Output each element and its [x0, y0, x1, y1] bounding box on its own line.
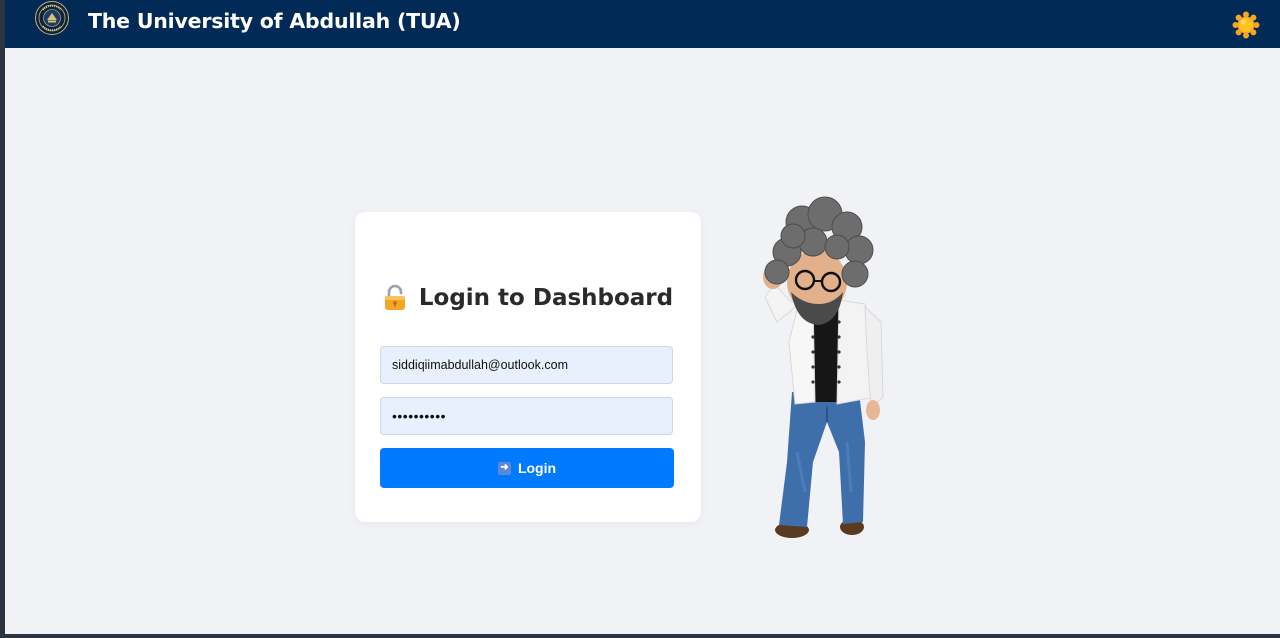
login-title: Login to Dashboard	[418, 285, 674, 311]
login-card: Login to Dashboard ➜ Login	[355, 212, 701, 522]
login-button[interactable]: ➜ Login	[380, 448, 674, 488]
avatar-character	[763, 196, 884, 538]
login-button-label: Login	[517, 460, 557, 476]
page: The University of Abdullah (TUA) Login t	[5, 0, 1280, 634]
site-title[interactable]: The University of Abdullah (TUA)	[88, 9, 461, 33]
login-heading: Login to Dashboard	[355, 284, 701, 312]
open-lock-icon	[384, 284, 405, 310]
sun-icon[interactable]	[1231, 10, 1261, 40]
password-field[interactable]	[380, 397, 673, 435]
email-field[interactable]	[380, 346, 673, 384]
arrow-right-icon: ➜	[497, 461, 511, 475]
university-seal-icon[interactable]	[35, 1, 69, 35]
navbar: The University of Abdullah (TUA)	[5, 0, 1280, 48]
